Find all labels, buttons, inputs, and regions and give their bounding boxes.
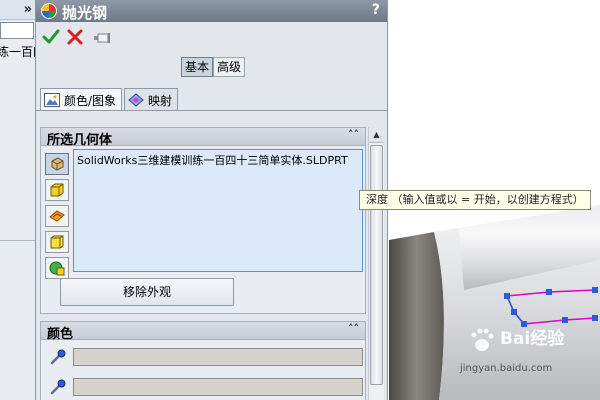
- basic-advanced-toggle: 基本 高级: [181, 57, 246, 77]
- appearance-property-manager: 抛光钢 ? 基本 高级 颜色/图象 映射 所选几何体 ˄˄ SolidWorks…: [36, 0, 388, 400]
- face-filter-button[interactable]: [45, 205, 69, 227]
- property-manager-title: 抛光钢: [62, 4, 108, 22]
- property-manager-scrollbar[interactable]: ▲: [368, 127, 384, 400]
- advanced-mode-button[interactable]: 高级: [213, 57, 246, 77]
- mapping-icon: [128, 93, 144, 107]
- color-group-header[interactable]: 颜色 ˄˄: [41, 322, 365, 342]
- part-filter-icon: [51, 157, 64, 171]
- collapse-chevron-icon[interactable]: ˄˄: [348, 128, 359, 141]
- color-row: [45, 346, 365, 368]
- selection-filter-icon: [49, 261, 65, 276]
- property-manager-title-bar: 抛光钢 ?: [36, 0, 387, 22]
- scroll-thumb[interactable]: [370, 145, 383, 385]
- watermark-url: jingyan.baidu.com: [460, 363, 553, 374]
- ok-checkmark-icon[interactable]: [42, 28, 60, 46]
- selected-geometry-list[interactable]: SolidWorks三维建模训练一百四十三简单实体.SLDPRT: [73, 149, 363, 272]
- selected-geometry-title: 所选几何体: [47, 133, 113, 148]
- panel-divider: [0, 240, 35, 241]
- list-item[interactable]: SolidWorks三维建模训练一百四十三简单实体.SLDPRT: [77, 152, 359, 168]
- body-filter-icon: [50, 183, 64, 197]
- color-group-title: 颜色: [47, 327, 74, 342]
- help-button[interactable]: ?: [372, 2, 380, 18]
- watermark-brand: Bai经验: [500, 329, 565, 349]
- feature-filter-button[interactable]: [45, 231, 69, 253]
- color-swatch-field[interactable]: [73, 348, 363, 366]
- feature-tree-filter-input[interactable]: [0, 22, 34, 39]
- remove-appearance-button[interactable]: 移除外观: [60, 278, 234, 306]
- feature-tree-panel: » 练一百四: [0, 0, 36, 400]
- property-tabs: 颜色/图象 映射: [40, 88, 180, 111]
- pin-icon[interactable]: [92, 30, 112, 46]
- selected-geometry-header[interactable]: 所选几何体 ˄˄: [41, 128, 365, 148]
- collapse-panel-button[interactable]: »: [24, 2, 32, 17]
- selection-filter-button[interactable]: [45, 257, 69, 279]
- color-swatch-field[interactable]: [73, 378, 363, 396]
- tab-color-image-label: 颜色/图象: [64, 93, 117, 108]
- face-filter-icon: [49, 210, 65, 222]
- tab-divider: [36, 110, 387, 111]
- appearance-icon: [41, 3, 57, 19]
- selection-filter-buttons: [45, 153, 69, 283]
- eyedropper-icon[interactable]: [49, 378, 67, 396]
- tab-color-image[interactable]: 颜色/图象: [40, 88, 123, 111]
- feature-tree-item[interactable]: 练一百四: [0, 43, 35, 60]
- tab-mapping-label: 映射: [148, 93, 173, 108]
- depth-tooltip: 深度 （输入值或以 = 开始，以创建方程式）: [359, 190, 591, 210]
- body-filter-button[interactable]: [45, 179, 69, 201]
- cancel-x-icon[interactable]: [66, 28, 84, 46]
- model-end-face: [389, 232, 444, 400]
- scroll-up-arrow-icon[interactable]: ▲: [369, 127, 384, 143]
- eyedropper-icon[interactable]: [49, 348, 67, 366]
- color-row: [45, 376, 365, 398]
- feature-tree-toolbar: »: [0, 0, 35, 20]
- image-icon: [44, 93, 60, 107]
- collapse-chevron-icon[interactable]: ˄˄: [348, 322, 359, 335]
- color-group: 颜色 ˄˄: [40, 321, 366, 400]
- feature-filter-icon: [50, 235, 64, 249]
- basic-mode-button[interactable]: 基本: [181, 57, 214, 77]
- selected-geometry-group: 所选几何体 ˄˄ SolidWorks三维建模训练一百四十三简单实体.SLDPR…: [40, 127, 366, 314]
- part-filter-button[interactable]: [45, 153, 69, 175]
- tab-mapping[interactable]: 映射: [124, 88, 179, 111]
